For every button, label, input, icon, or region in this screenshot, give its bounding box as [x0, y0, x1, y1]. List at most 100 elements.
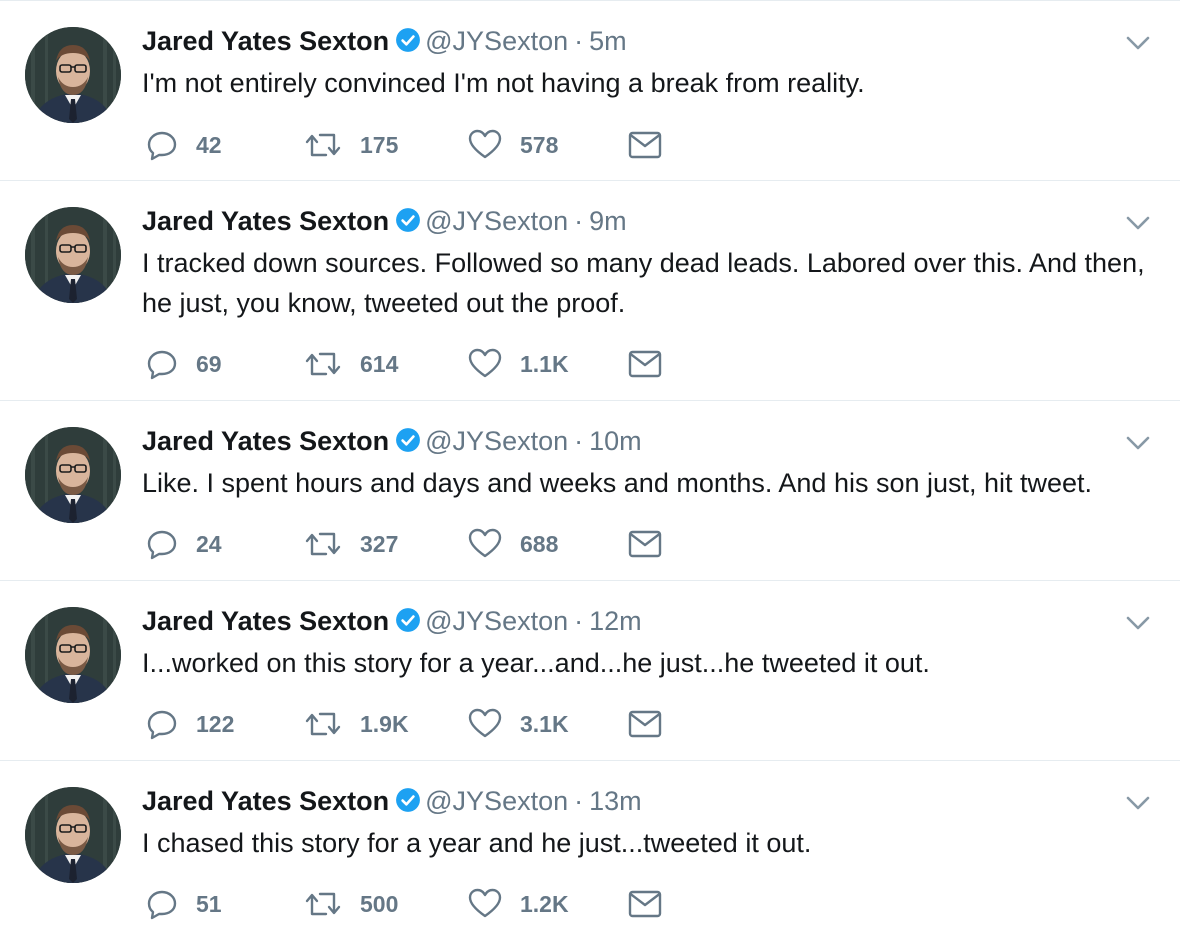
chevron-down-icon[interactable] — [1124, 791, 1152, 815]
reply-count: 24 — [196, 530, 222, 557]
like-button[interactable]: 1.2K — [468, 887, 569, 921]
verified-badge-icon — [395, 206, 421, 242]
reply-count: 122 — [196, 710, 235, 737]
reply-count: 42 — [196, 131, 222, 158]
tweet-header: Jared Yates Sexton @JYSexton · 5m — [142, 23, 627, 62]
direct-message-button[interactable] — [628, 128, 662, 162]
like-count: 1.1K — [520, 350, 569, 377]
like-count: 688 — [520, 530, 559, 557]
retweet-count: 327 — [360, 530, 399, 557]
heart-icon — [468, 528, 502, 558]
reply-button[interactable]: 69 — [146, 347, 222, 381]
author-name[interactable]: Jared Yates Sexton — [142, 786, 389, 816]
retweet-icon — [305, 712, 341, 736]
avatar[interactable] — [25, 427, 121, 523]
like-button[interactable]: 3.1K — [468, 707, 569, 741]
heart-icon — [468, 888, 502, 918]
timestamp[interactable]: 12m — [589, 606, 642, 636]
envelope-icon — [628, 131, 662, 159]
author-handle[interactable]: @JYSexton — [425, 206, 568, 236]
like-count: 578 — [520, 131, 559, 158]
tweet[interactable]: Jared Yates Sexton @JYSexton · 12m I...work… — [0, 581, 1180, 761]
chevron-down-icon[interactable] — [1124, 31, 1152, 55]
like-button[interactable]: 688 — [468, 527, 558, 561]
verified-badge-icon — [395, 606, 421, 642]
envelope-icon — [628, 530, 662, 558]
like-count: 3.1K — [520, 710, 569, 737]
envelope-icon — [628, 350, 662, 378]
heart-icon — [468, 348, 502, 378]
tweet-text: Like. I spent hours and days and weeks a… — [142, 468, 1093, 498]
separator: · — [574, 786, 584, 816]
retweet-button[interactable]: 1.9K — [304, 707, 409, 741]
reply-button[interactable]: 122 — [146, 707, 234, 741]
author-handle[interactable]: @JYSexton — [425, 26, 568, 56]
author-name[interactable]: Jared Yates Sexton — [142, 206, 389, 236]
separator: · — [574, 606, 584, 636]
like-button[interactable]: 578 — [468, 128, 558, 162]
reply-icon — [147, 131, 177, 161]
author-handle[interactable]: @JYSexton — [425, 606, 568, 636]
envelope-icon — [628, 710, 662, 738]
like-button[interactable]: 1.1K — [468, 347, 569, 381]
retweet-button[interactable]: 614 — [304, 347, 398, 381]
reply-count: 51 — [196, 890, 222, 917]
envelope-icon — [628, 890, 662, 918]
tweet[interactable]: Jared Yates Sexton @JYSexton · 13m I chased… — [0, 761, 1180, 940]
author-handle[interactable]: @JYSexton — [425, 426, 568, 456]
reply-icon — [147, 890, 177, 920]
verified-badge-icon — [395, 426, 421, 462]
direct-message-button[interactable] — [628, 527, 662, 561]
retweet-button[interactable]: 327 — [304, 527, 398, 561]
retweet-button[interactable]: 500 — [304, 887, 398, 921]
reply-count: 69 — [196, 350, 222, 377]
direct-message-button[interactable] — [628, 347, 662, 381]
direct-message-button[interactable] — [628, 707, 662, 741]
tweet-text: I chased this story for a year and he ju… — [142, 828, 812, 858]
retweet-count: 1.9K — [360, 710, 409, 737]
author-name[interactable]: Jared Yates Sexton — [142, 606, 389, 636]
chevron-down-icon[interactable] — [1124, 611, 1152, 635]
tweet-header: Jared Yates Sexton @JYSexton · 10m — [142, 423, 642, 462]
tweet-text: I...worked on this story for a year...an… — [142, 648, 930, 678]
heart-icon — [468, 129, 502, 159]
separator: · — [574, 26, 584, 56]
heart-icon — [468, 708, 502, 738]
reply-icon — [147, 350, 177, 380]
verified-badge-icon — [395, 786, 421, 822]
avatar[interactable] — [25, 607, 121, 703]
tweet[interactable]: Jared Yates Sexton @JYSexton · 5m I'm not e… — [0, 0, 1180, 181]
retweet-button[interactable]: 175 — [304, 128, 398, 162]
avatar[interactable] — [25, 207, 121, 303]
separator: · — [574, 426, 584, 456]
chevron-down-icon[interactable] — [1124, 431, 1152, 455]
separator: · — [574, 206, 584, 236]
avatar[interactable] — [25, 27, 121, 123]
timestamp[interactable]: 5m — [589, 26, 627, 56]
author-name[interactable]: Jared Yates Sexton — [142, 426, 389, 456]
tweet-header: Jared Yates Sexton @JYSexton · 9m — [142, 203, 627, 242]
timestamp[interactable]: 9m — [589, 206, 627, 236]
verified-badge-icon — [395, 26, 421, 62]
timestamp[interactable]: 13m — [589, 786, 642, 816]
retweet-count: 614 — [360, 350, 399, 377]
timestamp[interactable]: 10m — [589, 426, 642, 456]
tweet-text: I'm not entirely convinced I'm not havin… — [142, 68, 865, 98]
reply-icon — [147, 710, 177, 740]
tweet[interactable]: Jared Yates Sexton @JYSexton · 9m I tracked… — [0, 181, 1180, 401]
chevron-down-icon[interactable] — [1124, 211, 1152, 235]
avatar[interactable] — [25, 787, 121, 883]
tweet[interactable]: Jared Yates Sexton @JYSexton · 10m Like. I … — [0, 401, 1180, 581]
reply-button[interactable]: 24 — [146, 527, 222, 561]
author-handle[interactable]: @JYSexton — [425, 786, 568, 816]
reply-button[interactable]: 51 — [146, 887, 222, 921]
tweet-header: Jared Yates Sexton @JYSexton · 13m — [142, 783, 642, 822]
reply-button[interactable]: 42 — [146, 128, 222, 162]
author-name[interactable]: Jared Yates Sexton — [142, 26, 389, 56]
retweet-count: 175 — [360, 131, 399, 158]
retweet-icon — [305, 892, 341, 916]
tweet-header: Jared Yates Sexton @JYSexton · 12m — [142, 603, 642, 642]
retweet-icon — [305, 352, 341, 376]
tweet-feed: Jared Yates Sexton @JYSexton · 5m I'm not e… — [0, 0, 1180, 940]
direct-message-button[interactable] — [628, 887, 662, 921]
